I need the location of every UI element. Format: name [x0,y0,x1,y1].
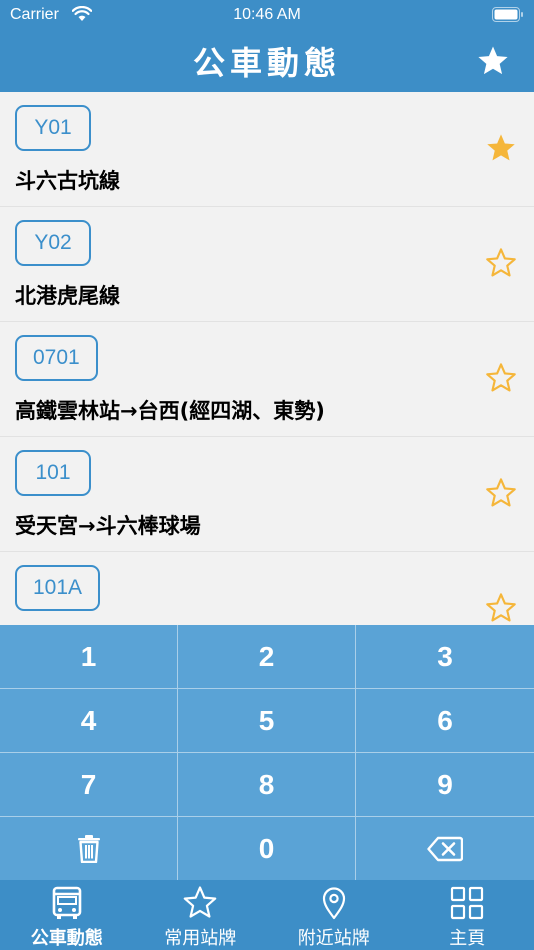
route-code-badge: 0701 [15,335,98,381]
tab-label: 公車動態 [30,928,103,949]
route-name: 北港虎尾線 [15,284,120,308]
status-bar: Carrier 10:46 AM [0,0,534,30]
tab-nearby-stops[interactable]: 附近站牌 [267,880,401,950]
key-6[interactable]: 6 [356,689,534,753]
route-name: 受天宮→斗六棒球場 [15,514,201,538]
trash-icon [77,834,100,863]
app-header: Carrier 10:46 AM 公車動態 [0,0,534,92]
route-name: 高鐵雲林站→台西(經四湖、東勢) [15,399,325,423]
battery-icon [492,7,523,22]
key-9[interactable]: 9 [356,753,534,817]
tab-label: 主頁 [449,928,486,949]
page-title: 公車動態 [192,44,341,82]
key-4[interactable]: 4 [0,689,178,753]
tab-label: 附近站牌 [297,928,370,949]
route-row[interactable]: 101 受天宮→斗六棒球場 [0,437,534,552]
favorite-star-outline-icon[interactable] [485,592,517,624]
key-8[interactable]: 8 [178,753,356,817]
key-7[interactable]: 7 [0,753,178,817]
tab-label: 常用站牌 [164,928,237,949]
key-2[interactable]: 2 [178,625,356,689]
star-outline-icon [183,886,217,918]
route-code-badge: 101A [15,565,101,611]
route-code-badge: Y02 [15,220,91,266]
backspace-icon [427,836,463,861]
favorites-star-icon[interactable] [476,44,510,78]
location-pin-icon [322,887,345,920]
key-3[interactable]: 3 [356,625,534,689]
key-0[interactable]: 0 [178,817,356,880]
route-name: 斗六古坑線 [15,169,120,193]
favorite-star-outline-icon[interactable] [485,362,517,394]
favorite-star-outline-icon[interactable] [485,247,517,279]
tab-favorite-stops[interactable]: 常用站牌 [134,880,268,950]
favorite-star-filled-icon[interactable] [485,132,517,164]
key-1[interactable]: 1 [0,625,178,689]
status-time: 10:46 AM [233,6,301,23]
route-list[interactable]: Y01 斗六古坑線 Y02 北港虎尾線 0701 高鐵雲林站→台西(經四湖、東勢… [0,92,534,625]
tab-bar: 公車動態 常用站牌 附近站牌 主頁 [0,880,534,950]
favorite-star-outline-icon[interactable] [485,477,517,509]
clear-key[interactable] [0,817,178,880]
route-row[interactable]: Y01 斗六古坑線 [0,92,534,207]
key-5[interactable]: 5 [178,689,356,753]
bus-icon [52,886,82,919]
number-keypad: 1 2 3 4 5 6 7 8 9 0 [0,625,534,880]
route-row[interactable]: 0701 高鐵雲林站→台西(經四湖、東勢) [0,322,534,437]
tab-home[interactable]: 主頁 [401,880,534,950]
route-row[interactable]: 101A [0,552,534,625]
grid-icon [451,886,484,920]
tab-bus-status[interactable]: 公車動態 [0,880,134,950]
route-row[interactable]: Y02 北港虎尾線 [0,207,534,322]
backspace-key[interactable] [356,817,534,880]
route-code-badge: 101 [15,450,91,496]
route-code-badge: Y01 [15,105,91,151]
